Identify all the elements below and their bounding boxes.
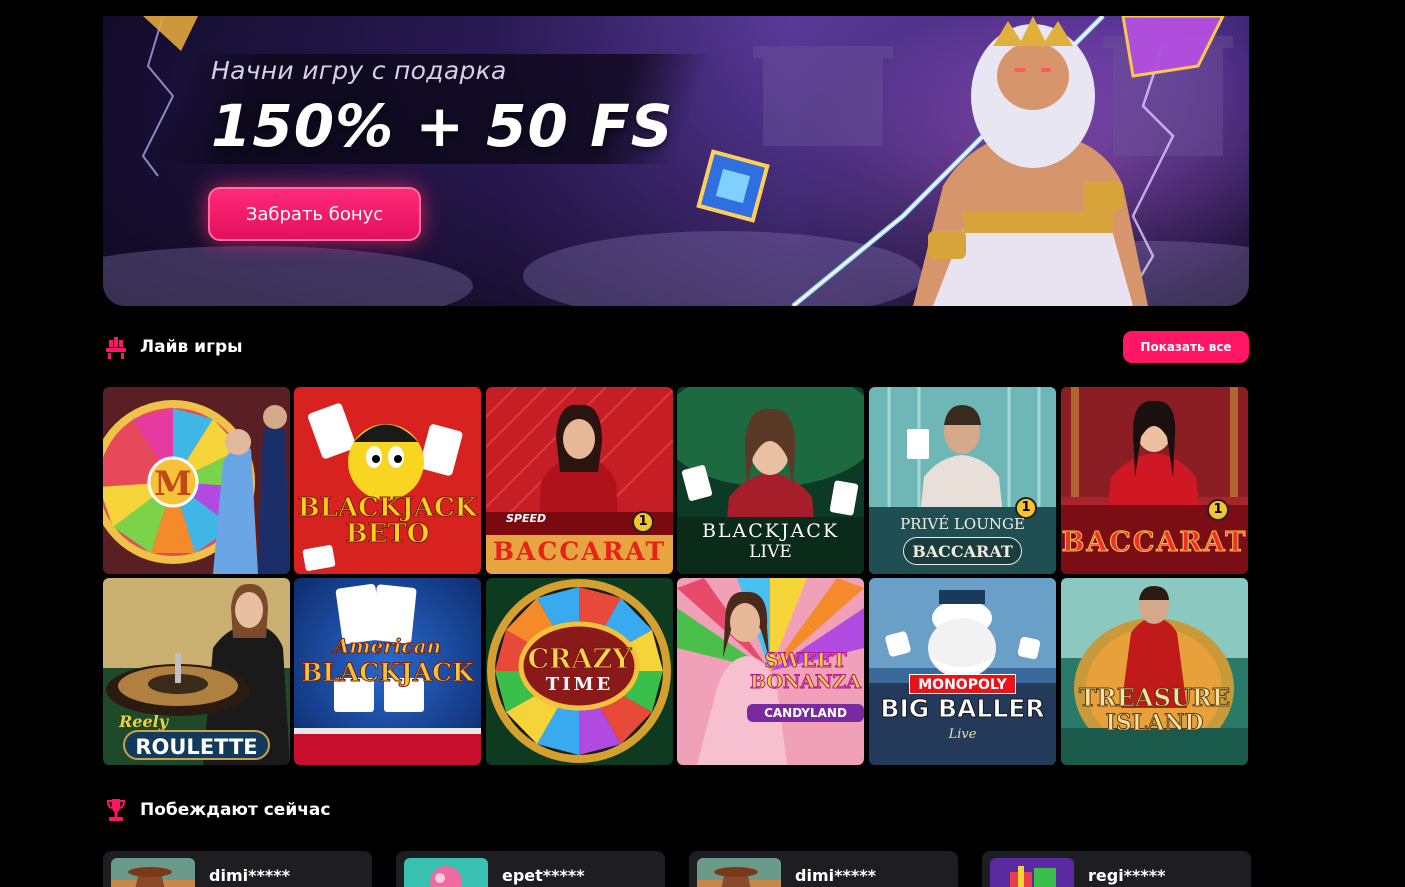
winner-name: regi***** <box>1088 866 1166 885</box>
prive-lounge-baccarat-label: BACCARAT <box>903 537 1022 565</box>
game-tile-american-blackjack[interactable]: American BLACKJACK <box>294 578 481 765</box>
winner-game-thumbnail <box>697 858 781 887</box>
winner-name: dimi***** <box>795 866 876 885</box>
winner-card[interactable]: epet***** <box>396 851 665 887</box>
banner-subtitle: Начни игру с подарка <box>211 56 507 85</box>
blackjack-live-subtitle: LIVE <box>749 542 792 562</box>
treasure-island-art <box>1061 578 1248 765</box>
big-baller-logo: BIG BALLER <box>880 694 1045 723</box>
mega-wheel-logo: M <box>154 464 192 504</box>
monopoly-logo: MONOPOLY <box>909 674 1016 694</box>
big-baller-live-tag: Live <box>948 727 977 742</box>
treasure-island-logo: TREASURE <box>1078 683 1231 712</box>
claim-bonus-button[interactable]: Забрать бонус <box>208 187 421 241</box>
speed-baccarat-logo: BACCARAT <box>492 537 667 566</box>
winner-name: dimi***** <box>209 866 290 885</box>
game-tile-treasure-island[interactable]: TREASURE ISLAND <box>1061 578 1248 765</box>
prive-lounge-logo: PRIVÉ LOUNGE <box>900 515 1025 533</box>
treasure-island-subtitle: ISLAND <box>1105 710 1204 736</box>
crazy-time-subtitle: TIME <box>545 674 614 695</box>
baccarat-logo: BACCARAT <box>1061 527 1248 558</box>
casino-table-icon <box>106 337 126 359</box>
winner-name: epet***** <box>502 866 585 885</box>
speed-baccarat-tag: SPEED <box>506 512 547 525</box>
reely-roulette-tag: Reely <box>119 712 169 731</box>
winner-card[interactable]: regi***** <box>982 851 1251 887</box>
game-tile-speed-baccarat[interactable]: SPEED 1 BACCARAT <box>486 387 673 574</box>
game-tile-sweet-bonanza-candyland[interactable]: SWEET BONANZA CANDYLAND <box>677 578 864 765</box>
game-tile-blackjack-live[interactable]: BLACKJACK LIVE <box>677 387 864 574</box>
player-count-badge: 1 <box>632 511 654 533</box>
blackjack-beto-logo: BLACKJACK BETO <box>297 493 478 549</box>
show-all-button[interactable]: Показать все <box>1123 331 1249 363</box>
zeus-illustration <box>913 16 1148 306</box>
crazy-time-logo: CRAZY <box>527 644 632 675</box>
winner-card[interactable]: dimi***** <box>103 851 372 887</box>
game-tile-crazy-time[interactable]: CRAZY TIME <box>486 578 673 765</box>
roulette-logo: ROULETTE <box>123 730 270 760</box>
game-tile-mega-wheel[interactable]: M <box>103 387 290 574</box>
winners-header: Побеждают сейчас <box>103 797 330 823</box>
winner-game-thumbnail <box>111 858 195 887</box>
banner-headline: 150% + 50 FS <box>211 92 674 160</box>
american-blackjack-logo: BLACKJACK <box>301 658 475 687</box>
game-tile-reely-roulette[interactable]: Reely ROULETTE <box>103 578 290 765</box>
player-count-badge: 1 <box>1207 499 1229 521</box>
candyland-logo: CANDYLAND <box>747 704 864 722</box>
blackjack-live-logo: BLACKJACK <box>701 520 840 542</box>
american-blackjack-script: American <box>333 634 442 658</box>
page: Начни игру с подарка 150% + 50 FS Забрат… <box>0 0 1405 887</box>
trophy-icon <box>106 799 126 821</box>
promo-banner[interactable]: Начни игру с подарка 150% + 50 FS Забрат… <box>103 16 1249 306</box>
game-tile-prive-lounge-baccarat[interactable]: 1 PRIVÉ LOUNGE BACCARAT <box>869 387 1056 574</box>
live-games-title: Лайв игры <box>140 337 243 357</box>
winners-list: dimi***** epet***** dimi***** regi***** <box>103 851 1251 887</box>
winner-game-thumbnail <box>990 858 1074 887</box>
game-tile-blackjack-beto[interactable]: BLACKJACK BETO <box>294 387 481 574</box>
game-tile-baccarat[interactable]: 1 BACCARAT <box>1061 387 1248 574</box>
winner-game-thumbnail <box>404 858 488 887</box>
game-tile-monopoly-big-baller[interactable]: MONOPOLY BIG BALLER Live <box>869 578 1056 765</box>
sweet-bonanza-logo: SWEET <box>764 648 847 672</box>
bonanza-logo: BONANZA <box>749 671 862 693</box>
winners-title: Побеждают сейчас <box>140 800 331 820</box>
live-games-header: Лайв игры <box>103 334 243 360</box>
winner-card[interactable]: dimi***** <box>689 851 958 887</box>
